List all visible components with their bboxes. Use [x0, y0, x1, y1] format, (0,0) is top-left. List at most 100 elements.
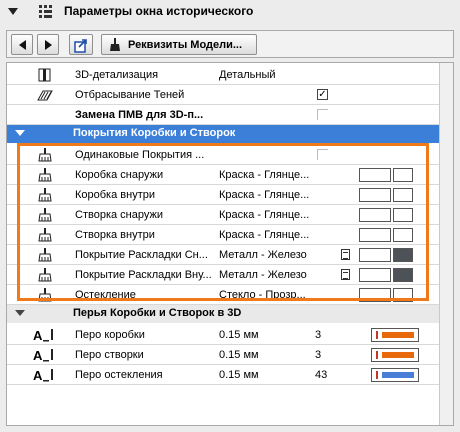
- list-item-frame-outside[interactable]: Коробка снаружи Краска - Глянце...: [7, 165, 439, 185]
- pen-number[interactable]: 43: [315, 369, 327, 381]
- row-value[interactable]: Краска - Глянце...: [219, 189, 309, 201]
- pen-color-swatch[interactable]: [371, 328, 419, 342]
- export-icon: [74, 38, 87, 53]
- pen-icon: A: [33, 368, 53, 382]
- row-label: Створка внутри: [75, 229, 155, 241]
- list-item-muntin-inside[interactable]: Покрытие Раскладки Вну... Металл - Желез…: [7, 265, 439, 285]
- 3d-detail-icon: [38, 68, 51, 82]
- surface-preview[interactable]: [393, 248, 413, 262]
- row-value[interactable]: Металл - Железо: [219, 269, 307, 281]
- list-item-shadows[interactable]: Отбрасывание Теней ✓: [7, 85, 439, 105]
- panel-title: Параметры окна исторического: [64, 4, 254, 18]
- pen-color-swatch[interactable]: [371, 368, 419, 382]
- row-label: 3D-детализация: [75, 69, 159, 81]
- row-label: Коробка внутри: [75, 189, 156, 201]
- surface-swatch[interactable]: [359, 268, 391, 282]
- surface-swatch[interactable]: [359, 288, 391, 302]
- shadows-checkbox[interactable]: ✓: [317, 89, 328, 100]
- pen-color-swatch[interactable]: [371, 348, 419, 362]
- material-doc-icon[interactable]: [341, 249, 350, 260]
- row-label: Покрытие Раскладки Вну...: [75, 269, 212, 281]
- arrow-right-icon: [44, 39, 52, 50]
- brush-icon: [38, 288, 52, 302]
- svg-text:A: A: [33, 348, 43, 362]
- row-value[interactable]: Детальный: [219, 69, 276, 81]
- brush-icon: [38, 228, 52, 242]
- surface-swatch[interactable]: [359, 228, 391, 242]
- shadow-icon: [37, 90, 53, 101]
- same-surfaces-checkbox[interactable]: [317, 149, 328, 160]
- collapse-arrow-icon[interactable]: [15, 130, 25, 136]
- row-value: 0.15 мм: [219, 369, 259, 381]
- brush-icon: [38, 148, 52, 162]
- surface-preview[interactable]: [393, 288, 413, 302]
- list-item-pen-frame[interactable]: A Перо коробки 0.15 мм 3: [7, 325, 439, 345]
- surface-preview[interactable]: [393, 208, 413, 222]
- panel-header[interactable]: Параметры окна исторического: [0, 0, 460, 24]
- export-button[interactable]: [69, 34, 93, 55]
- surface-preview[interactable]: [393, 228, 413, 242]
- list-item-sash-outside[interactable]: Створка снаружи Краска - Глянце...: [7, 205, 439, 225]
- toolbar: Реквизиты Модели...: [6, 30, 454, 58]
- row-label: Остекление: [75, 289, 136, 301]
- collapse-arrow-icon[interactable]: [15, 310, 25, 316]
- section-pens[interactable]: Перья Коробки и Створок в 3D: [7, 305, 439, 323]
- brush-icon: [38, 208, 52, 222]
- row-value[interactable]: Стекло - Прозр...: [219, 289, 306, 301]
- row-label: Отбрасывание Теней: [75, 89, 185, 101]
- list-item-pen-glazing[interactable]: A Перо остекления 0.15 мм 43: [7, 365, 439, 385]
- list-item-3d-detail[interactable]: 3D-детализация Детальный: [7, 65, 439, 85]
- pen-color-bar: [382, 352, 414, 358]
- replace-mvo-checkbox[interactable]: [317, 109, 328, 120]
- pen-color-bar: [382, 372, 414, 378]
- material-doc-icon[interactable]: [341, 269, 350, 280]
- row-value[interactable]: Краска - Глянце...: [219, 169, 309, 181]
- svg-text:A: A: [33, 368, 43, 382]
- row-label: Перо коробки: [75, 329, 145, 341]
- section-surfaces[interactable]: Покрытия Коробки и Створок: [7, 125, 439, 143]
- settings-grid-icon: [39, 5, 52, 18]
- row-value[interactable]: Металл - Железо: [219, 249, 307, 261]
- list-item-pen-sash[interactable]: A Перо створки 0.15 мм 3: [7, 345, 439, 365]
- pen-number[interactable]: 3: [315, 329, 321, 341]
- surface-swatch[interactable]: [359, 168, 391, 182]
- list-item-glazing[interactable]: Остекление Стекло - Прозр...: [7, 285, 439, 305]
- pen-number[interactable]: 3: [315, 349, 321, 361]
- surface-swatch[interactable]: [359, 188, 391, 202]
- row-label: Перо остекления: [75, 369, 163, 381]
- surface-swatch[interactable]: [359, 248, 391, 262]
- model-properties-button[interactable]: Реквизиты Модели...: [101, 34, 257, 55]
- vertical-scrollbar[interactable]: [439, 63, 453, 425]
- collapse-arrow-icon[interactable]: [8, 8, 18, 15]
- row-value[interactable]: Краска - Глянце...: [219, 229, 309, 241]
- row-value: 0.15 мм: [219, 329, 259, 341]
- row-label: Створка снаружи: [75, 209, 163, 221]
- brush-icon: [38, 248, 52, 262]
- model-properties-label: Реквизиты Модели...: [128, 38, 243, 51]
- brush-icon: [110, 37, 120, 51]
- pen-color-bar: [382, 332, 414, 338]
- surface-preview[interactable]: [393, 188, 413, 202]
- list-item-muntin-outside[interactable]: Покрытие Раскладки Сн... Металл - Железо: [7, 245, 439, 265]
- list-item-sash-inside[interactable]: Створка внутри Краска - Глянце...: [7, 225, 439, 245]
- row-value[interactable]: Краска - Глянце...: [219, 209, 309, 221]
- section-title: Покрытия Коробки и Створок: [73, 127, 236, 139]
- row-value: 0.15 мм: [219, 349, 259, 361]
- surface-swatch[interactable]: [359, 208, 391, 222]
- list-item-replace-mvo[interactable]: Замена ПМВ для 3D-п...: [7, 105, 439, 125]
- brush-icon: [38, 188, 52, 202]
- row-label: Перо створки: [75, 349, 144, 361]
- list-item-frame-inside[interactable]: Коробка внутри Краска - Глянце...: [7, 185, 439, 205]
- pen-marker: [376, 371, 378, 379]
- brush-icon: [38, 168, 52, 182]
- surface-preview[interactable]: [393, 268, 413, 282]
- pen-marker: [376, 331, 378, 339]
- row-label: Коробка снаружи: [75, 169, 164, 181]
- previous-button[interactable]: [11, 34, 33, 55]
- list-item-same-surfaces[interactable]: Одинаковые Покрытия ...: [7, 145, 439, 165]
- surface-preview[interactable]: [393, 168, 413, 182]
- pen-icon: A: [33, 348, 53, 362]
- next-button[interactable]: [37, 34, 59, 55]
- svg-text:A: A: [33, 328, 43, 342]
- row-label: Одинаковые Покрытия ...: [75, 149, 205, 161]
